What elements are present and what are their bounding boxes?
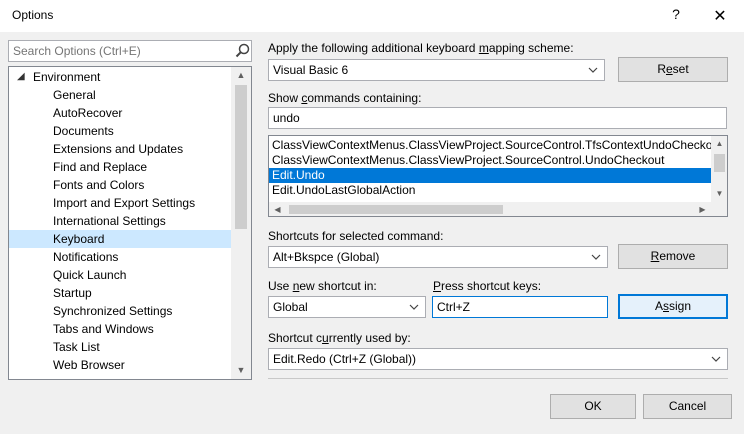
cancel-button[interactable]: Cancel xyxy=(643,394,732,419)
command-list-item[interactable]: ClassViewContextMenus.ClassViewProject.S… xyxy=(269,138,711,153)
tree-item-startup[interactable]: Startup xyxy=(9,284,231,302)
search-box[interactable] xyxy=(8,40,252,62)
scroll-down-icon[interactable]: ▼ xyxy=(231,362,251,379)
tree-vertical-scrollbar[interactable]: ▲ ▼ xyxy=(231,67,251,379)
ok-button[interactable]: OK xyxy=(550,394,636,419)
title-bar xyxy=(0,0,744,32)
commands-filter-input[interactable]: undo xyxy=(268,107,727,129)
tree-item-international-settings[interactable]: International Settings xyxy=(9,212,231,230)
tree-item-task-list[interactable]: Task List xyxy=(9,338,231,356)
tree-item-web-browser[interactable]: Web Browser xyxy=(9,356,231,374)
commands-list[interactable]: ClassViewContextMenus.ClassViewProject.S… xyxy=(268,135,728,217)
tree-item-synchronized-settings[interactable]: Synchronized Settings xyxy=(9,302,231,320)
command-list-item[interactable]: Edit.Undo xyxy=(269,168,711,183)
scrollbar-corner xyxy=(711,202,727,216)
commands-list-items: ClassViewContextMenus.ClassViewProject.S… xyxy=(269,136,711,202)
shortcut-scope-dropdown[interactable]: Global xyxy=(268,296,426,318)
command-list-item[interactable]: Edit.UndoLastGlobalAction xyxy=(269,183,711,198)
shortcuts-label: Shortcuts for selected command: xyxy=(268,229,444,243)
options-tree-list: ◢ Environment General AutoRecover Documents E… xyxy=(9,67,231,379)
used-by-label: Shortcut currently used by: xyxy=(268,331,411,345)
new-shortcut-scope-label: Use new shortcut in: xyxy=(268,279,377,293)
shortcuts-value: Alt+Bkspce (Global) xyxy=(273,250,380,264)
separator xyxy=(268,378,728,379)
options-tree[interactable]: ◢ Environment General AutoRecover Documents E… xyxy=(8,66,252,380)
search-icon[interactable] xyxy=(233,41,253,61)
tree-item-quick-launch[interactable]: Quick Launch xyxy=(9,266,231,284)
scroll-down-icon[interactable]: ▼ xyxy=(711,186,727,202)
shortcut-keys-input[interactable]: Ctrl+Z xyxy=(432,296,608,318)
scroll-up-icon[interactable]: ▲ xyxy=(231,67,251,84)
assign-button[interactable]: Assign xyxy=(618,294,728,319)
tree-item-fonts-and-colors[interactable]: Fonts and Colors xyxy=(9,176,231,194)
commands-hscroll-thumb[interactable] xyxy=(289,205,503,214)
commands-filter-label: Show commands containing: xyxy=(268,91,422,105)
search-input[interactable] xyxy=(11,43,221,59)
scroll-left-icon[interactable]: ◀ xyxy=(269,202,286,216)
scroll-up-icon[interactable]: ▲ xyxy=(711,136,727,152)
reset-button[interactable]: Reset xyxy=(618,57,728,82)
mapping-scheme-label: Apply the following additional keyboard … xyxy=(268,41,574,55)
commands-vertical-scrollbar[interactable]: ▲ ▼ xyxy=(711,136,727,202)
tree-expand-icon[interactable]: ◢ xyxy=(17,68,25,86)
commands-horizontal-scrollbar[interactable]: ◀ ▶ xyxy=(269,202,711,216)
tree-node-environment[interactable]: ◢ Environment xyxy=(9,68,231,86)
press-shortcut-keys-label: Press shortcut keys: xyxy=(433,279,542,293)
tree-item-autorecover[interactable]: AutoRecover xyxy=(9,104,231,122)
tree-item-general[interactable]: General xyxy=(9,86,231,104)
tree-node-label: Environment xyxy=(33,70,101,84)
chevron-down-icon xyxy=(591,254,601,260)
close-button[interactable]: ✕ xyxy=(706,6,734,26)
chevron-down-icon xyxy=(588,67,598,73)
tree-item-notifications[interactable]: Notifications xyxy=(9,248,231,266)
remove-button[interactable]: Remove xyxy=(618,244,728,269)
tree-item-extensions-and-updates[interactable]: Extensions and Updates xyxy=(9,140,231,158)
chevron-down-icon xyxy=(409,304,419,310)
window-title: Options xyxy=(12,8,54,22)
command-list-item[interactable]: ClassViewContextMenus.ClassViewProject.S… xyxy=(269,153,711,168)
chevron-down-icon xyxy=(711,356,721,362)
tree-item-import-and-export-settings[interactable]: Import and Export Settings xyxy=(9,194,231,212)
shortcuts-dropdown[interactable]: Alt+Bkspce (Global) xyxy=(268,246,608,268)
scroll-right-icon[interactable]: ▶ xyxy=(694,202,711,216)
mapping-scheme-dropdown[interactable]: Visual Basic 6 xyxy=(268,59,605,81)
used-by-dropdown[interactable]: Edit.Redo (Ctrl+Z (Global)) xyxy=(268,348,728,370)
shortcut-scope-value: Global xyxy=(273,300,308,314)
tree-item-documents[interactable]: Documents xyxy=(9,122,231,140)
tree-item-find-and-replace[interactable]: Find and Replace xyxy=(9,158,231,176)
help-button[interactable]: ? xyxy=(664,6,688,26)
tree-item-tabs-and-windows[interactable]: Tabs and Windows xyxy=(9,320,231,338)
used-by-value: Edit.Redo (Ctrl+Z (Global)) xyxy=(273,352,417,366)
tree-scroll-thumb[interactable] xyxy=(235,85,247,229)
commands-vscroll-thumb[interactable] xyxy=(714,154,725,172)
mapping-scheme-value: Visual Basic 6 xyxy=(273,63,349,77)
tree-item-keyboard[interactable]: Keyboard xyxy=(9,230,231,248)
